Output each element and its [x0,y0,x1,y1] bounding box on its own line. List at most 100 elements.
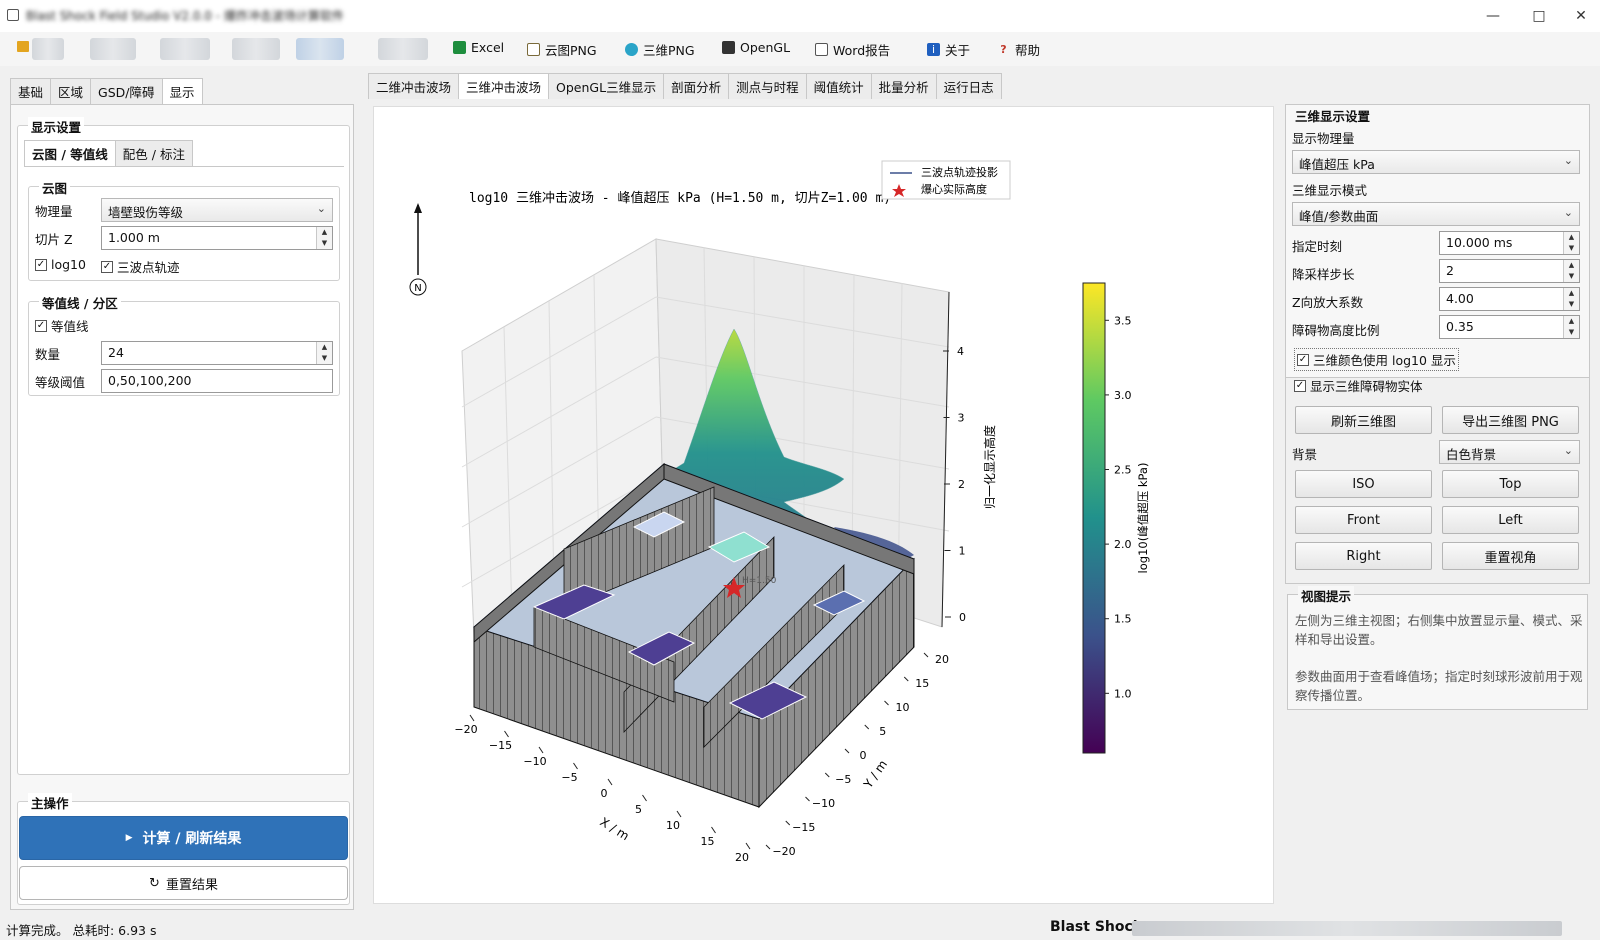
contour-count-input[interactable]: 24 ▲ ▼ [101,341,333,365]
x-tick [642,794,647,802]
colorbar-ticks: 1.0 1.5 2.0 2.5 3.0 3.5 [1105,314,1132,700]
cloud-group-title: 云图 [39,178,71,197]
y-tick-label: −5 [835,773,851,786]
about-button[interactable]: i 关于 [927,40,970,59]
x-tick-label: −15 [489,739,512,752]
y-tick-label: −20 [772,845,795,858]
spin-arrows-icon[interactable]: ▲ ▼ [1563,260,1579,282]
toolbar-blurred-item[interactable] [32,38,64,60]
y-tick-label: 0 [860,749,867,762]
y-tick [923,652,929,658]
downsample-input[interactable]: 2 ▲ ▼ [1439,259,1580,283]
tab-threshold[interactable]: 阈值统计 [805,73,872,99]
z-tick-label: 3 [958,412,965,425]
view-iso-button[interactable]: ISO [1295,470,1432,498]
zscale-input[interactable]: 4.00 ▲ ▼ [1439,287,1580,311]
threshold-input[interactable]: 0,50,100,200 [101,369,333,393]
word-report-button[interactable]: Word报告 [815,40,890,59]
tab-region[interactable]: 区域 [50,78,92,104]
tab-batch[interactable]: 批量分析 [870,73,937,99]
tab-display[interactable]: 显示 [161,78,203,104]
contour-checkbox[interactable]: ✓ 等值线 [35,316,89,335]
main-ops-title: 主操作 [28,793,72,812]
contour-group: 等值线 / 分区 ✓ 等值线 数量 24 ▲ ▼ 等级阈值 0,50,100,200 [28,293,340,396]
folder-icon[interactable] [17,41,29,52]
obstacle-ratio-input[interactable]: 0.35 ▲ ▼ [1439,315,1580,339]
show-obstacles-checkbox[interactable]: ✓ 显示三维障碍物实体 [1294,376,1423,395]
spin-arrows-icon[interactable]: ▲ ▼ [1563,316,1579,338]
chevron-down-icon: ⌄ [1563,444,1573,457]
x-tick [573,762,578,770]
x-tick-label: −20 [454,723,477,736]
tab-2d-field[interactable]: 二维冲击波场 [368,73,460,99]
quantity-label: 物理量 [35,204,73,219]
y-tick-label: 15 [915,677,929,690]
display-mode-label: 三维显示模式 [1292,183,1368,198]
refresh-3d-button[interactable]: 刷新三维图 [1295,406,1432,434]
trajectory-checkbox[interactable]: ✓ 三波点轨迹 [101,257,180,276]
slice-z-input[interactable]: 1.000 m ▲ ▼ [101,226,333,250]
legend-item-trajectory: 三波点轨迹投影 [921,165,998,179]
tab-probes[interactable]: 测点与时程 [728,73,807,99]
x-tick [538,746,544,754]
contour-group-title: 等值线 / 分区 [39,293,121,312]
close-icon[interactable]: ✕ [1562,0,1600,32]
threshold-label: 等级阈值 [35,375,86,390]
tab-3d-field[interactable]: 三维冲击波场 [458,73,550,99]
log10-checkbox[interactable]: ✓ log10 [35,257,86,272]
reset-view-button[interactable]: 重置视角 [1442,542,1579,570]
quantity-select[interactable]: 墙壁毁伤等级 ⌄ [101,198,333,222]
3d-plot: H=1.50 N log10 三维冲击波场 - 峰值超压 kPa (H=1.50… [409,160,1150,864]
tab-log[interactable]: 运行日志 [935,73,1002,99]
display-mode-select[interactable]: 峰值/参数曲面 ⌄ [1292,202,1580,226]
monitor-icon [722,41,735,54]
3d-png-button[interactable]: 三维PNG [625,40,695,59]
background-label: 背景 [1292,447,1318,462]
z-tick-label: 0 [959,611,966,624]
excel-button[interactable]: Excel [453,40,504,55]
view-right-button[interactable]: Right [1295,542,1432,570]
tab-gsd-obstacle[interactable]: GSD/障碍 [90,78,163,104]
chevron-down-icon: ⌄ [1563,154,1573,167]
cloud-png-button[interactable]: 云图PNG [527,40,597,59]
x-tick-label: −5 [561,771,577,784]
reset-button[interactable]: ↻ 重置结果 [19,866,348,900]
maximize-icon[interactable]: □ [1516,0,1562,32]
spin-arrows-icon[interactable]: ▲ ▼ [316,227,332,249]
minimize-icon[interactable]: — [1470,0,1516,32]
tab-opengl[interactable]: OpenGL三维显示 [548,73,665,99]
spin-arrows-icon[interactable]: ▲ ▼ [1563,288,1579,310]
opengl-button[interactable]: OpenGL [722,40,790,55]
time-input[interactable]: 10.000 ms ▲ ▼ [1439,231,1580,255]
zscale-label: Z向放大系数 [1292,295,1364,310]
help-button[interactable]: ? 帮助 [997,40,1040,59]
check-icon: ✓ [35,319,47,332]
view-front-button[interactable]: Front [1295,506,1432,534]
toolbar-blurred-item[interactable] [90,38,136,60]
toolbar-blurred-item[interactable] [296,38,344,60]
toolbar-blurred-item[interactable] [378,38,428,60]
subtab-cloud-contour[interactable]: 云图 / 等值线 [24,140,116,166]
background-select[interactable]: 白色背景 ⌄ [1439,440,1580,464]
cloud-group: 云图 物理量 墙壁毁伤等级 ⌄ 切片 Z 1.000 m ▲ ▼ ✓ log10 ✓ 三波… [28,178,340,281]
plot-canvas[interactable]: H=1.50 N log10 三维冲击波场 - 峰值超压 kPa (H=1.50… [373,106,1274,904]
y-tick [805,796,810,802]
tab-basic[interactable]: 基础 [10,78,52,104]
center-tabbar: 二维冲击波场 三维冲击波场 OpenGL三维显示 剖面分析 测点与时程 阈值统计… [368,73,1002,99]
app-window: Blast Shock Field Studio V2.0.0 - 爆炸冲击波场… [0,0,1600,940]
spin-arrows-icon[interactable]: ▲ ▼ [1563,232,1579,254]
export-3d-png-button[interactable]: 导出三维图 PNG [1442,406,1579,434]
display-quantity-select[interactable]: 峰值超压 kPa ⌄ [1292,150,1580,174]
view-top-button[interactable]: Top [1442,470,1579,498]
count-label: 数量 [35,347,61,362]
toolbar-blurred-item[interactable] [232,38,280,60]
view-left-button[interactable]: Left [1442,506,1579,534]
subtab-color-label[interactable]: 配色 / 标注 [114,140,193,166]
log-color-checkbox[interactable]: ✓ 三维颜色使用 log10 显示 [1294,348,1459,371]
spin-arrows-icon[interactable]: ▲ ▼ [316,342,332,364]
tab-profile[interactable]: 剖面分析 [663,73,730,99]
x-axis-label: X / m [597,815,631,844]
compute-button[interactable]: ▶ 计算 / 刷新结果 [19,816,348,860]
left-tabbar: 基础 区域 GSD/障碍 显示 [10,78,203,104]
toolbar-blurred-item[interactable] [160,38,210,60]
